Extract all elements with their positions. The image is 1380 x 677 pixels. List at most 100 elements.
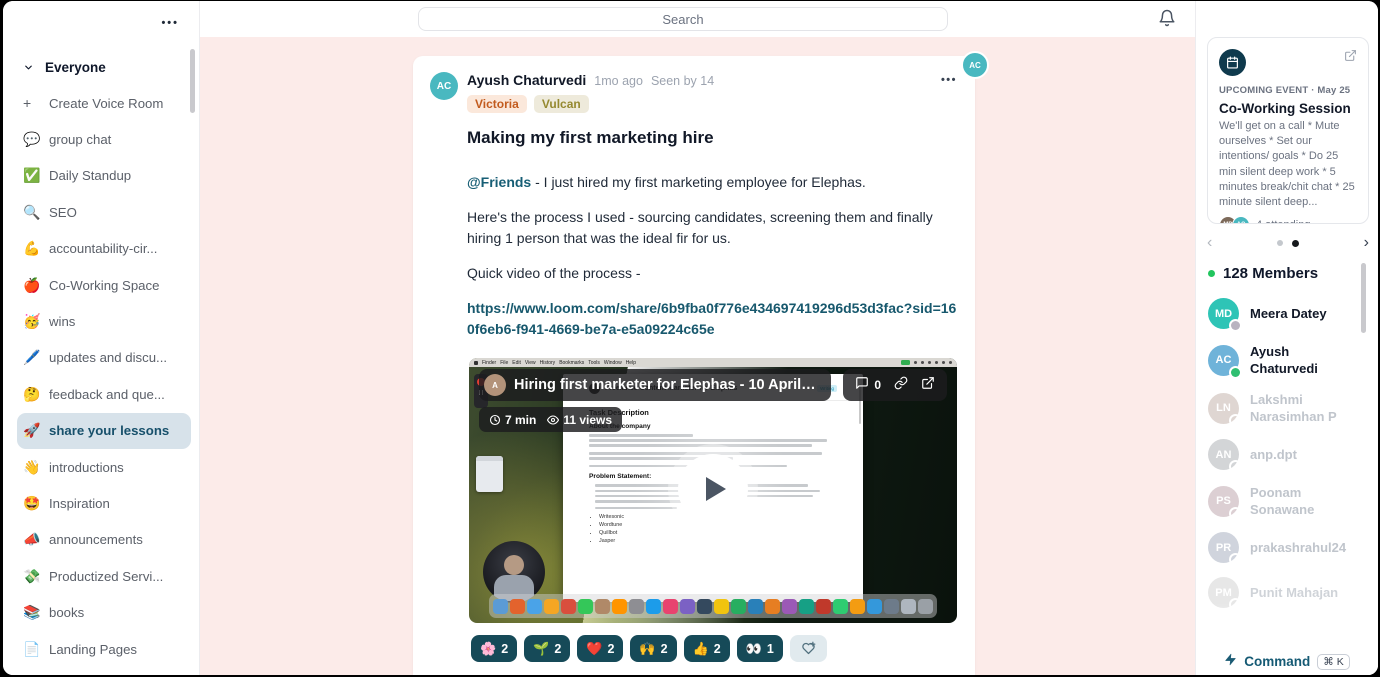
channel-emoji-icon: 🥳 [23, 313, 49, 330]
member-row[interactable]: LN Lakshmi Narasimhan P [1208, 391, 1360, 425]
sidebar-item[interactable]: + Create Voice Room [17, 85, 191, 121]
notifications-bell-icon[interactable] [1158, 9, 1176, 29]
reaction-emoji: 🌸 [480, 641, 496, 657]
channel-emoji-icon: 📣 [23, 531, 49, 548]
sidebar-item[interactable]: 📄 Landing Pages [17, 631, 191, 667]
member-row[interactable]: PS Poonam Sonawane [1208, 484, 1360, 518]
loom-share-link[interactable]: https://www.loom.com/share/6b9fba0f776e4… [467, 298, 957, 340]
sidebar-item-label: share your lessons [49, 423, 169, 438]
search-input[interactable] [418, 7, 948, 31]
sidebar-item[interactable]: 👋 introductions [17, 449, 191, 485]
macos-menubar: Finder File Edit View History Bookmarks … [469, 358, 957, 367]
post-paragraph: Quick video of the process - [467, 263, 957, 284]
sidebar-item[interactable]: 💪 accountability-cir... [17, 231, 191, 267]
member-name: anp.dpt [1250, 446, 1297, 463]
reaction-emoji: 👍 [693, 641, 709, 657]
member-row[interactable]: AC Ayush Chaturvedi [1208, 343, 1360, 377]
sidebar-item[interactable]: 🚀 share your lessons [17, 413, 191, 449]
topbar [200, 1, 1200, 37]
reaction-pill[interactable]: 🌱 2 [524, 635, 570, 662]
post-tags: Victoria Vulcan [467, 95, 941, 113]
sidebar-group-everyone[interactable]: Everyone [23, 49, 185, 85]
dock-app-icon [578, 599, 593, 614]
menubar-item: File [500, 360, 508, 366]
reaction-pill[interactable]: 🙌 2 [630, 635, 676, 662]
member-row[interactable]: PR prakashrahul24 [1208, 532, 1360, 563]
carousel-prev-button[interactable]: ‹ [1207, 235, 1212, 251]
channel-emoji-icon: 🍎 [23, 277, 49, 294]
add-reaction-button[interactable] [790, 635, 827, 662]
dock-app-icon [901, 599, 916, 614]
copy-link-icon[interactable] [894, 376, 908, 395]
menubar-item: Finder [482, 360, 496, 366]
member-row[interactable]: AN anp.dpt [1208, 439, 1360, 470]
sidebar-item[interactable]: 🖊️ updates and discu... [17, 340, 191, 376]
member-name: Ayush Chaturvedi [1250, 343, 1360, 377]
member-name: prakashrahul24 [1250, 539, 1346, 556]
event-kicker: UPCOMING EVENT · May 25 [1219, 85, 1357, 96]
open-external-icon[interactable] [921, 376, 935, 395]
loom-video-embed[interactable]: Finder File Edit View History Bookmarks … [469, 358, 957, 623]
member-avatar: PR [1208, 532, 1239, 563]
dock-app-icon [867, 599, 882, 614]
sidebar-item[interactable]: 📣 announcements [17, 522, 191, 558]
sidebar-item[interactable]: 💬 group chat [17, 121, 191, 157]
sidebar-item[interactable]: 🍎 Co-Working Space [17, 267, 191, 303]
sidebar-item-label: wins [49, 314, 75, 329]
sidebar-options-button[interactable]: ••• [161, 17, 179, 29]
right-panel: UPCOMING EVENT · May 25 Co-Working Sessi… [1195, 1, 1378, 675]
seen-by-count[interactable]: Seen by 14 [651, 74, 714, 88]
doc-section-heading: About the company [589, 423, 837, 430]
dock-app-icon [629, 599, 644, 614]
loom-stats-overlay: 7 min 11 views [479, 407, 622, 432]
online-dot-icon [1208, 270, 1215, 277]
sidebar-item[interactable]: 🥳 wins [17, 303, 191, 339]
sidebar-item[interactable]: 🤔 feedback and que... [17, 376, 191, 412]
carousel-dot[interactable] [1277, 240, 1283, 246]
play-button[interactable] [678, 454, 748, 524]
member-row[interactable]: MD Meera Datey [1208, 298, 1360, 329]
dock-app-icon [510, 599, 525, 614]
channel-emoji-icon: 💸 [23, 568, 49, 585]
members-count-label: 128 Members [1223, 265, 1318, 282]
members-scrollbar[interactable] [1361, 263, 1366, 333]
author-name[interactable]: Ayush Chaturvedi [467, 72, 586, 88]
command-bar[interactable]: Command ⌘ K [1196, 648, 1378, 675]
app-window: ••• Everyone + Create Voice Room 💬 group… [3, 1, 1378, 675]
reaction-pill[interactable]: 🌸 2 [471, 635, 517, 662]
reaction-pill[interactable]: 👀 1 [737, 635, 783, 662]
sidebar-scrollbar[interactable] [190, 49, 195, 113]
reaction-pill[interactable]: ❤️ 2 [577, 635, 623, 662]
upcoming-event-card[interactable]: UPCOMING EVENT · May 25 Co-Working Sessi… [1207, 37, 1369, 224]
sidebar-item[interactable]: ✅ Daily Standup [17, 158, 191, 194]
sidebar-item[interactable]: 🔍 SEO [17, 194, 191, 230]
comments-icon[interactable] [855, 376, 869, 395]
mention-link[interactable]: @Friends [467, 174, 531, 190]
presenter-silhouette [504, 555, 524, 575]
channel-emoji-icon: 📄 [23, 641, 49, 658]
member-row[interactable]: PM Punit Mahajan [1208, 577, 1360, 608]
dock-app-icon [884, 599, 899, 614]
sidebar-nav: Everyone + Create Voice Room 💬 group cha… [23, 49, 185, 675]
carousel-next-button[interactable]: › [1364, 235, 1369, 251]
eye-icon [547, 414, 559, 426]
topic-tag[interactable]: Vulcan [534, 95, 589, 113]
macos-dock [489, 594, 937, 618]
member-name: Meera Datey [1250, 305, 1327, 322]
sidebar-item[interactable]: 📚 books [17, 594, 191, 630]
dock-app-icon [493, 599, 508, 614]
topic-tag[interactable]: Victoria [467, 95, 527, 113]
member-name: Poonam Sonawane [1250, 484, 1360, 518]
carousel-dot-active[interactable] [1292, 240, 1299, 247]
post-options-button[interactable]: ••• [941, 74, 957, 86]
member-avatar: LN [1208, 393, 1239, 424]
sidebar-item[interactable]: 💸 Productized Servi... [17, 558, 191, 594]
battery-status-icon [901, 360, 910, 365]
author-avatar[interactable]: AC [430, 72, 458, 100]
sidebar-item-label: Productized Servi... [49, 569, 163, 584]
sidebar-item[interactable]: 🤩 Inspiration [17, 485, 191, 521]
reaction-count: 1 [767, 642, 774, 656]
open-event-external-icon[interactable] [1344, 49, 1357, 67]
reaction-pill[interactable]: 👍 2 [684, 635, 730, 662]
member-avatar: PM [1208, 577, 1239, 608]
